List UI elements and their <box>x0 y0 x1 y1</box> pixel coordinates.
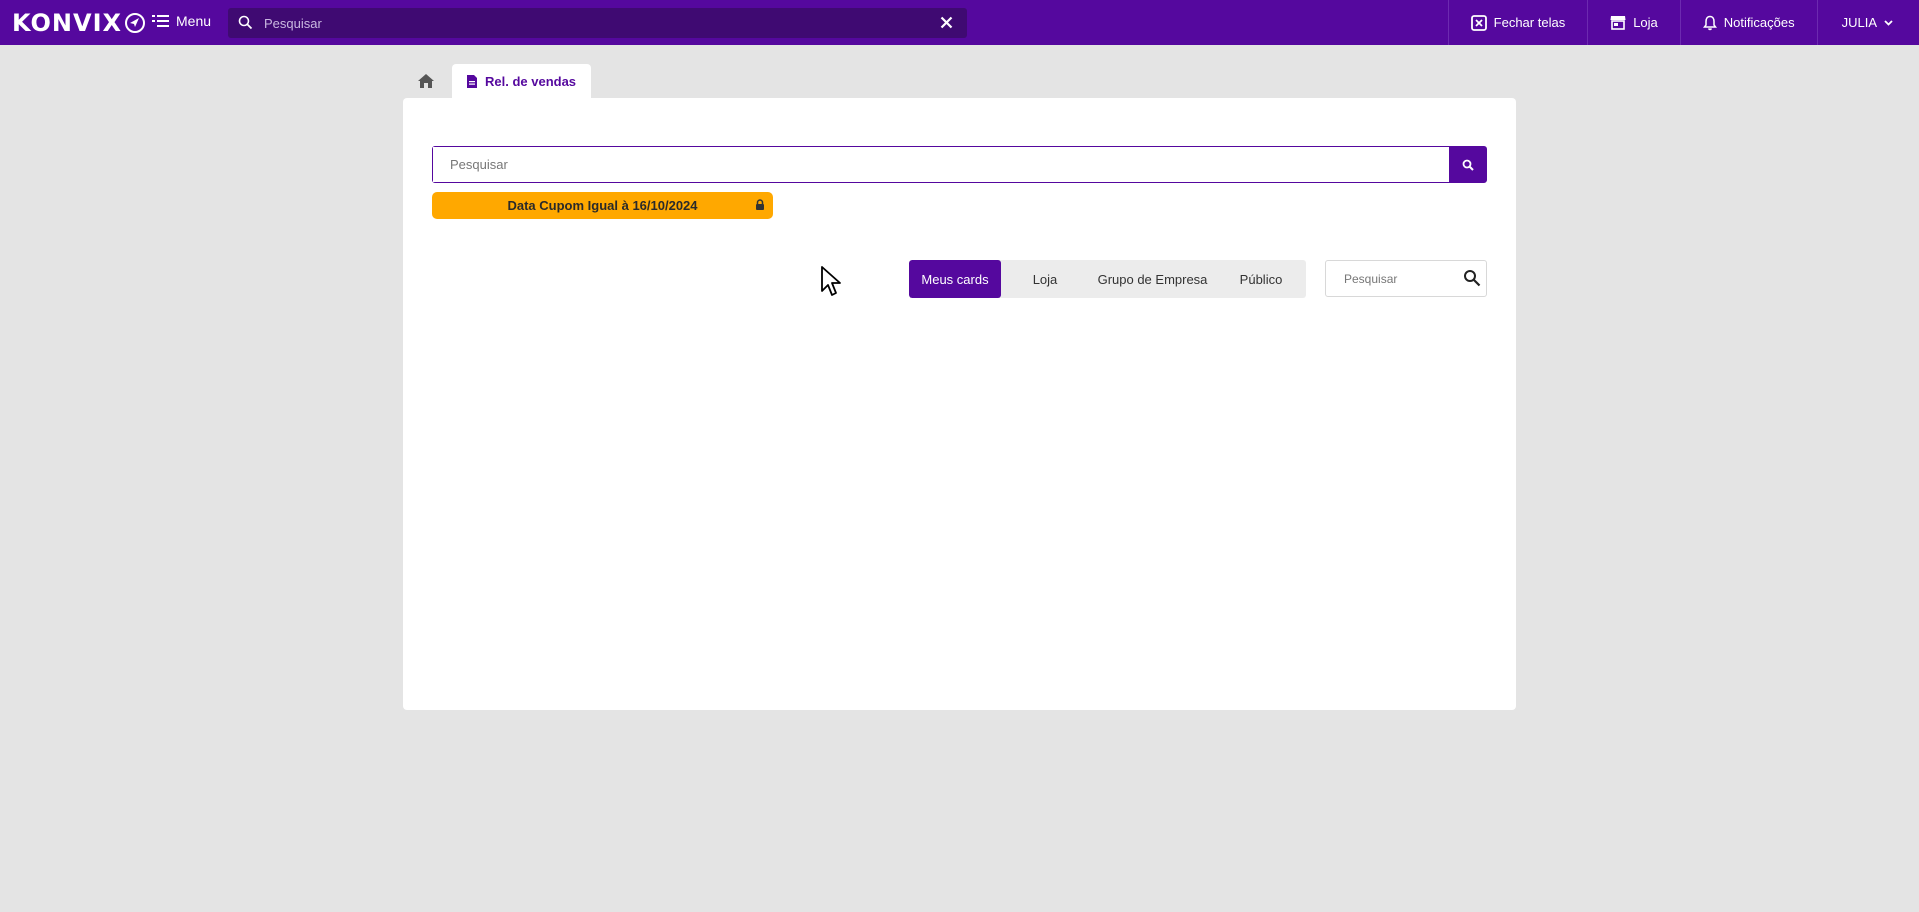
search-icon[interactable] <box>1463 269 1481 287</box>
logo-mark-icon <box>125 13 146 33</box>
segment-meus-cards[interactable]: Meus cards <box>909 260 1001 298</box>
filter-chip-label: Data Cupom Igual à 16/10/2024 <box>507 198 698 213</box>
segment-grupo-de-empresa[interactable]: Grupo de Empresa <box>1089 260 1216 298</box>
card-search-input[interactable] <box>1326 261 1456 296</box>
report-search <box>432 146 1487 183</box>
logo-text: KONVIX <box>12 9 123 37</box>
close-icon[interactable] <box>940 16 953 29</box>
bell-icon <box>1702 15 1717 30</box>
segment-publico[interactable]: Público <box>1216 260 1306 298</box>
home-icon <box>418 74 434 88</box>
user-menu[interactable]: JULIA <box>1818 0 1919 45</box>
header-actions: Fechar telas Loja Notificações JULIA <box>1447 0 1919 45</box>
close-screens-label: Fechar telas <box>1493 15 1566 30</box>
close-screens-button[interactable]: Fechar telas <box>1449 0 1588 45</box>
document-icon <box>467 74 477 88</box>
global-search <box>228 8 967 38</box>
store-icon <box>1610 16 1626 30</box>
menu-label: Menu <box>176 13 212 29</box>
konvix-logo[interactable]: KONVIX <box>12 9 146 37</box>
lock-icon <box>756 199 764 210</box>
tab-rel-de-vendas[interactable]: Rel. de vendas <box>452 64 591 98</box>
store-label: Loja <box>1633 15 1658 30</box>
main-panel: Data Cupom Igual à 16/10/2024 Meus cards… <box>403 98 1516 710</box>
global-search-input[interactable] <box>264 12 904 34</box>
tab-label: Rel. de vendas <box>485 73 577 89</box>
card-search <box>1325 260 1487 297</box>
menu-list-icon <box>152 15 169 27</box>
report-search-button[interactable] <box>1449 147 1486 182</box>
report-search-input[interactable] <box>433 147 1449 182</box>
menu-button[interactable]: Menu <box>152 13 211 29</box>
home-tab[interactable] <box>410 66 442 96</box>
segment-loja[interactable]: Loja <box>1001 260 1089 298</box>
card-scope-selector: Meus cards Loja Grupo de Empresa Público <box>909 260 1306 298</box>
notifications-button[interactable]: Notificações <box>1681 0 1817 45</box>
search-icon <box>238 15 253 30</box>
top-navbar: KONVIX Menu Pesquisar Fechar telas Loja … <box>0 0 1919 45</box>
store-button[interactable]: Loja <box>1588 0 1680 45</box>
close-window-icon <box>1470 14 1487 31</box>
search-icon <box>1462 159 1474 171</box>
notifications-label: Notificações <box>1723 15 1795 30</box>
user-name: JULIA <box>1841 15 1877 30</box>
filter-chip[interactable]: Data Cupom Igual à 16/10/2024 <box>432 192 773 219</box>
chevron-down-icon <box>1884 19 1893 26</box>
